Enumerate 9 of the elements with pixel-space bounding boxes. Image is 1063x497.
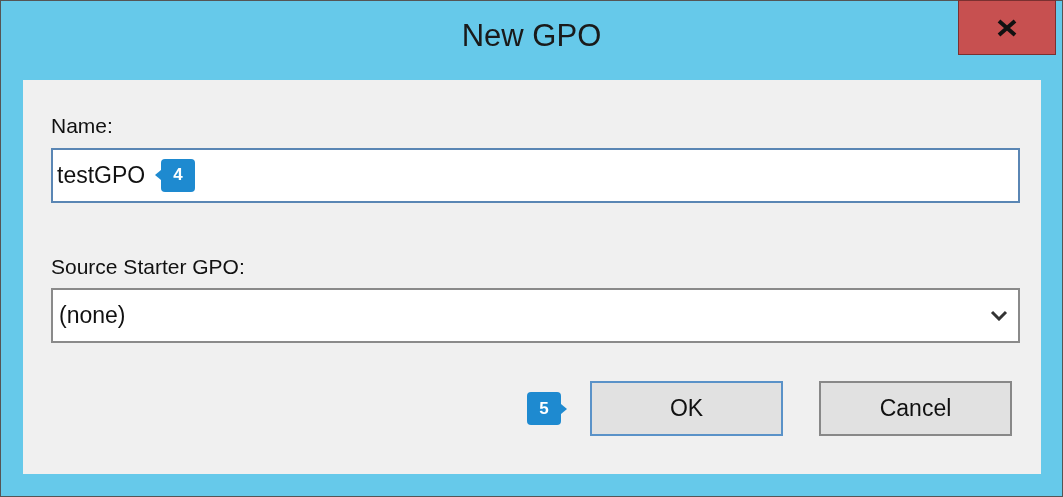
dropdown-field[interactable]: (none) (51, 288, 1020, 343)
cancel-button[interactable]: Cancel (819, 381, 1012, 436)
close-button[interactable] (958, 0, 1056, 55)
close-icon (997, 18, 1017, 37)
chevron-down-icon (990, 310, 1008, 321)
field-label: Source Starter GPO: (51, 253, 245, 280)
window-title: New GPO (461, 17, 602, 55)
ok-button[interactable]: OK (590, 381, 783, 436)
field-label: Name: (51, 113, 113, 139)
